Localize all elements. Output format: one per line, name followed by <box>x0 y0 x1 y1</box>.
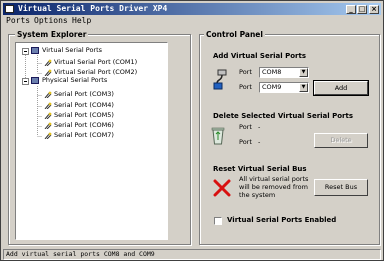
port-label-1: Port <box>239 68 252 76</box>
serial-port-icon <box>44 122 52 129</box>
app-icon <box>5 5 14 13</box>
reset-desc-1: All virtual serial ports <box>239 175 309 183</box>
serial-port-icon <box>44 102 52 109</box>
add-section-title: Add Virtual Serial Ports <box>213 52 307 60</box>
add-button[interactable]: Add <box>313 80 369 96</box>
serial-port-icon <box>44 132 52 139</box>
serial-port-icon <box>44 91 52 98</box>
reset-desc-2: will be removed from <box>239 183 308 191</box>
device-tree[interactable]: Virtual Serial Ports Virtual Serial Port… <box>15 42 168 240</box>
tree-serial-com5[interactable]: Serial Port (COM5) <box>54 111 114 120</box>
reset-desc-3: the system <box>239 191 276 199</box>
delete-section-title: Delete Selected Virtual Serial Ports <box>213 112 354 120</box>
red-x-icon <box>213 179 231 197</box>
tree-serial-com6[interactable]: Serial Port (COM6) <box>54 121 114 130</box>
tree-virtual-group[interactable]: Virtual Serial Ports <box>42 46 102 55</box>
chevron-down-icon[interactable]: ▼ <box>299 83 308 92</box>
menu-options[interactable]: Options <box>34 15 68 26</box>
serial-cable-icon <box>213 69 227 90</box>
computer-icon <box>31 47 39 54</box>
system-explorer-title: System Explorer <box>15 30 89 39</box>
menu-help[interactable]: Help <box>72 15 91 26</box>
delete-port-value-1: - <box>258 123 261 131</box>
recycle-bin-icon <box>211 127 225 145</box>
tree-serial-com7[interactable]: Serial Port (COM7) <box>54 131 114 140</box>
app-window: Virtual Serial Ports Driver XP4 _ □ × Po… <box>0 0 384 261</box>
maximize-button[interactable]: □ <box>357 5 367 14</box>
port1-select[interactable]: COM8 ▼ <box>259 67 309 78</box>
delete-button[interactable]: Delete <box>314 133 368 148</box>
computer-icon <box>31 77 39 84</box>
port2-value: COM9 <box>262 83 282 91</box>
reset-bus-button[interactable]: Reset Bus <box>314 179 368 196</box>
virtual-port-icon <box>44 59 52 66</box>
menu-ports[interactable]: Ports <box>6 15 30 26</box>
port-label-2: Port <box>239 83 252 91</box>
reset-section-title: Reset Virtual Serial Bus <box>213 165 307 173</box>
minimize-button[interactable]: _ <box>346 5 356 14</box>
delete-port-label-1: Port <box>239 123 252 131</box>
status-bar: Add virtual serial ports COM8 and COM9 <box>3 249 381 260</box>
delete-port-value-2: - <box>258 138 261 146</box>
chevron-down-icon[interactable]: ▼ <box>299 68 308 77</box>
title-bar[interactable]: Virtual Serial Ports Driver XP4 _ □ × <box>3 3 381 15</box>
tree-serial-com4[interactable]: Serial Port (COM4) <box>54 101 114 110</box>
port1-value: COM8 <box>262 68 282 76</box>
tree-serial-com3[interactable]: Serial Port (COM3) <box>54 90 114 99</box>
delete-port-label-2: Port <box>239 138 252 146</box>
status-text: Add virtual serial ports COM8 and COM9 <box>6 250 155 258</box>
tree-physical-group[interactable]: Physical Serial Ports <box>42 76 107 85</box>
serial-port-icon <box>44 112 52 119</box>
menu-bar: Ports Options Help <box>3 15 381 26</box>
window-title: Virtual Serial Ports Driver XP4 <box>18 4 168 13</box>
tree-virtual-com1[interactable]: Virtual Serial Port (COM1) <box>54 58 137 67</box>
enabled-checkbox[interactable] <box>214 217 222 225</box>
virtual-port-icon <box>44 69 52 76</box>
port2-select[interactable]: COM9 ▼ <box>259 82 309 93</box>
control-panel-title: Control Panel <box>204 30 265 39</box>
close-button[interactable]: × <box>369 5 379 14</box>
enabled-label[interactable]: Virtual Serial Ports Enabled <box>227 216 336 225</box>
